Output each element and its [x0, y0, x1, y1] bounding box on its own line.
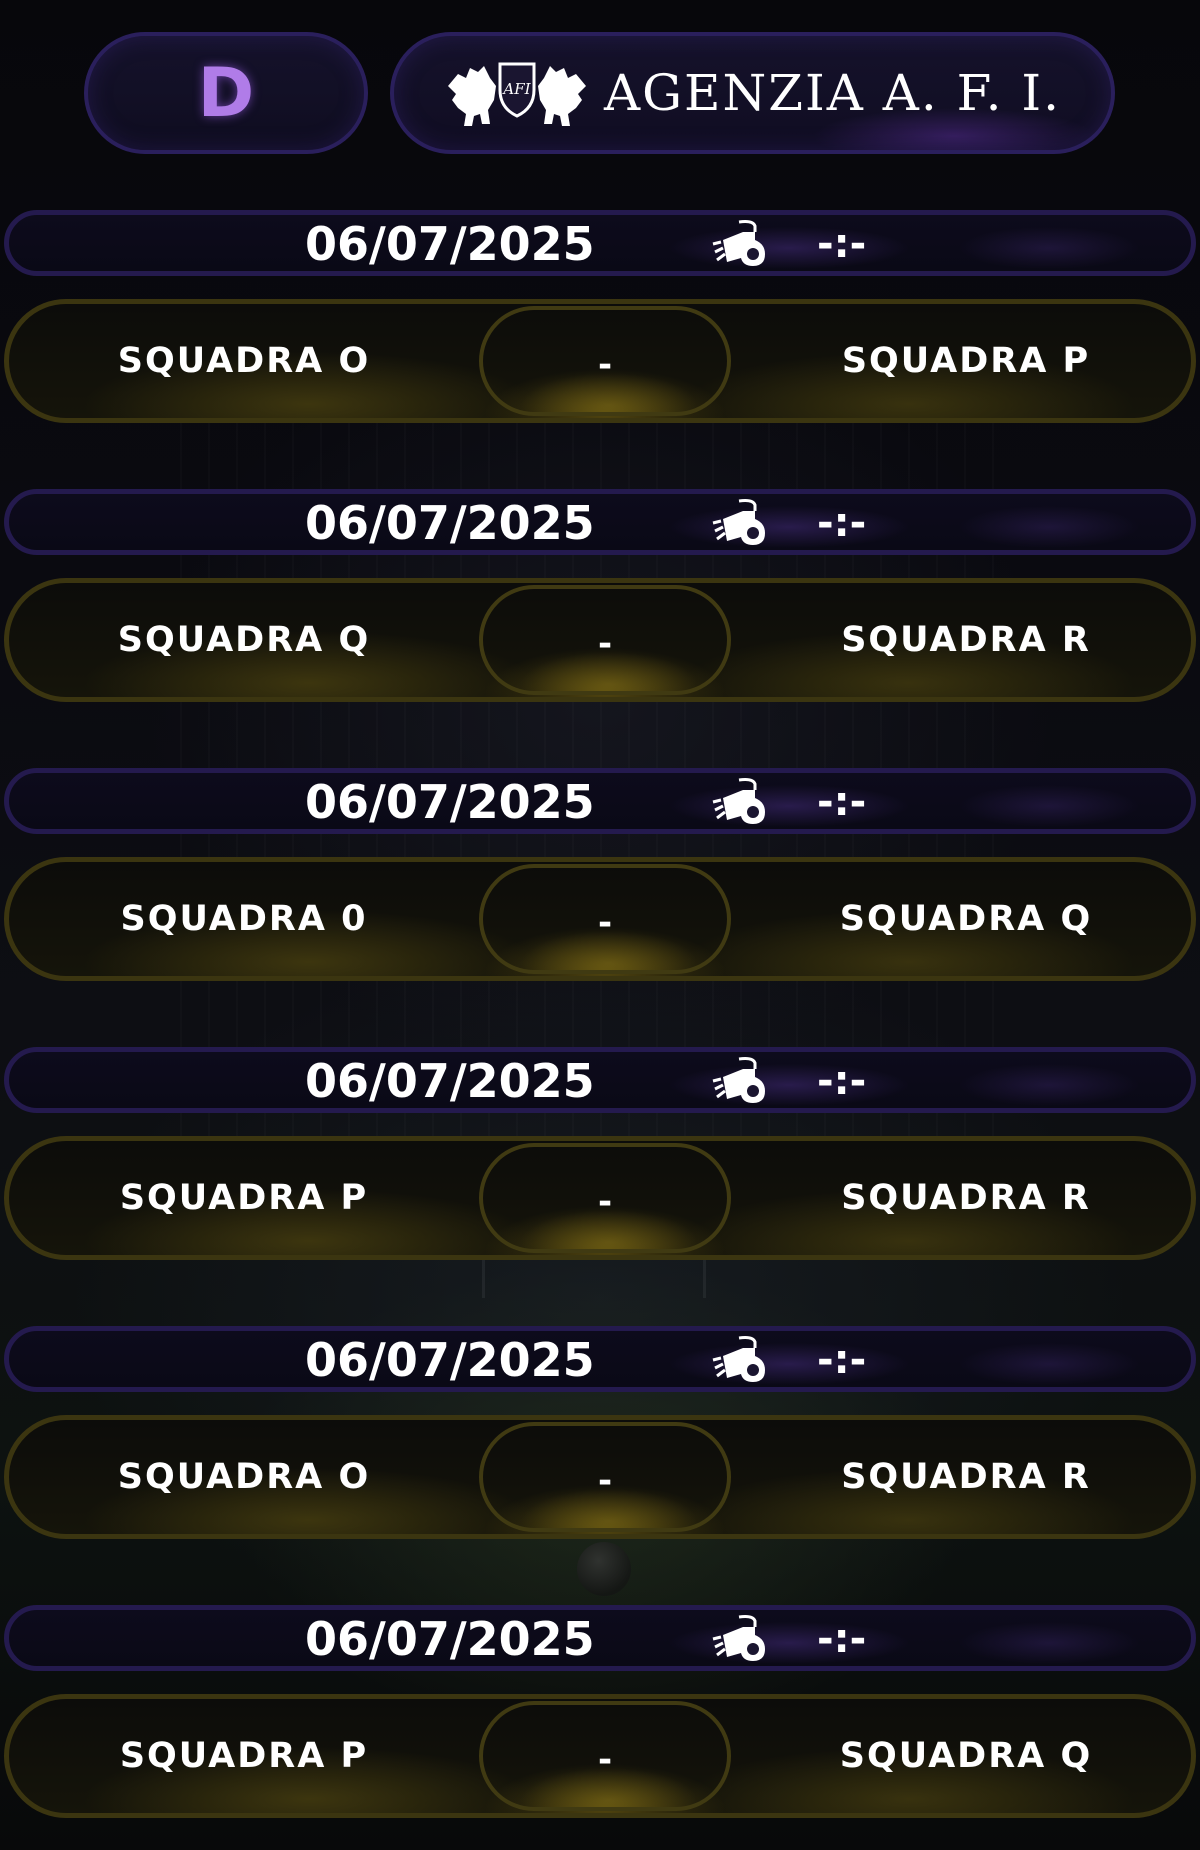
away-team: SQUADRA R [841, 620, 1091, 660]
match-date-bar: 06/07/2025 -:- [4, 1605, 1196, 1671]
whistle-icon [712, 1057, 765, 1103]
home-team: SQUADRA O [117, 1457, 371, 1497]
match-time: -:- [817, 500, 867, 546]
away-team: SQUADRA Q [839, 1736, 1093, 1776]
match-date: 06/07/2025 [305, 217, 595, 271]
griffin-crest-logo-icon: AFI [447, 62, 586, 126]
whistle-icon [712, 499, 765, 545]
match-score: - [597, 345, 613, 385]
home-team: SQUADRA P [119, 1736, 369, 1776]
schedule-card: D AFI AGENZIA A. F. I. 06/07/2025 -:- SQUA… [0, 0, 1200, 1850]
match-date: 06/07/2025 [305, 1612, 595, 1666]
away-team: SQUADRA R [841, 1457, 1091, 1497]
home-team: SQUADRA O [117, 341, 371, 381]
match-date: 06/07/2025 [305, 1333, 595, 1387]
whistle-icon [712, 778, 765, 824]
logo-monogram: AFI [501, 80, 531, 98]
match-score: - [597, 1461, 613, 1501]
whistle-icon [712, 220, 765, 266]
match-row: SQUADRA P - SQUADRA R [4, 1136, 1196, 1260]
brand-banner: AFI AGENZIA A. F. I. [390, 32, 1115, 154]
match-time: -:- [817, 779, 867, 825]
home-team: SQUADRA P [119, 1178, 369, 1218]
match-score: - [597, 903, 613, 943]
match-date-bar: 06/07/2025 -:- [4, 768, 1196, 834]
match-row: SQUADRA 0 - SQUADRA Q [4, 857, 1196, 981]
match-row: SQUADRA P - SQUADRA Q [4, 1694, 1196, 1818]
match-row: SQUADRA O - SQUADRA R [4, 1415, 1196, 1539]
away-team: SQUADRA Q [839, 899, 1093, 939]
match-date-bar: 06/07/2025 -:- [4, 1047, 1196, 1113]
match-date: 06/07/2025 [305, 496, 595, 550]
away-team: SQUADRA R [841, 1178, 1091, 1218]
match-row: SQUADRA O - SQUADRA P [4, 299, 1196, 423]
match-time: -:- [817, 1058, 867, 1104]
match-date-bar: 06/07/2025 -:- [4, 489, 1196, 555]
group-badge: D [84, 32, 368, 154]
match-date-bar: 06/07/2025 -:- [4, 210, 1196, 276]
match-time: -:- [817, 1616, 867, 1662]
whistle-icon [712, 1336, 765, 1382]
match-time: -:- [817, 221, 867, 267]
away-team: SQUADRA P [841, 341, 1091, 381]
agency-name: AGENZIA A. F. I. [603, 64, 1062, 122]
match-time: -:- [817, 1337, 867, 1383]
match-date-bar: 06/07/2025 -:- [4, 1326, 1196, 1392]
whistle-icon [712, 1615, 765, 1661]
match-score: - [597, 1182, 613, 1222]
home-team: SQUADRA 0 [120, 899, 368, 939]
home-team: SQUADRA Q [117, 620, 371, 660]
match-date: 06/07/2025 [305, 775, 595, 829]
soccer-ball-icon [577, 1542, 631, 1596]
match-score: - [597, 1740, 613, 1780]
group-letter: D [197, 53, 255, 133]
match-score: - [597, 624, 613, 664]
match-row: SQUADRA Q - SQUADRA R [4, 578, 1196, 702]
match-date: 06/07/2025 [305, 1054, 595, 1108]
